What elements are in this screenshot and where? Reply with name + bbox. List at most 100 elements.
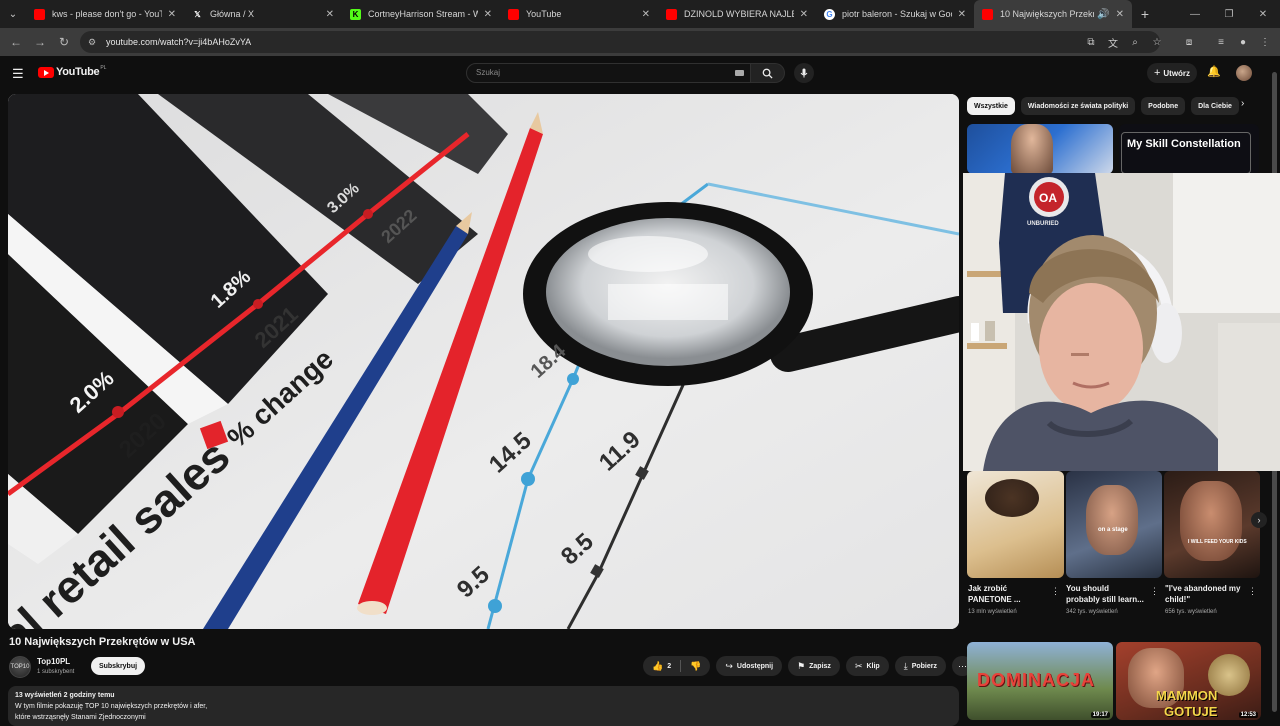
microphone-icon[interactable]: [794, 63, 814, 83]
short-more-icon[interactable]: ⋮: [1051, 586, 1060, 597]
tab-title: piotr baleron - Szukaj w Google: [842, 9, 952, 19]
clip-button[interactable]: ✂ Klip: [845, 656, 889, 676]
thumbnail-overlay-text: MAMMON: [1156, 688, 1218, 703]
shorts-next-arrow-icon[interactable]: ›: [1251, 512, 1267, 528]
close-window-icon[interactable]: ✕: [1246, 0, 1280, 28]
recommended-video-thumbnail[interactable]: DOMINACJA 19:17: [967, 642, 1113, 720]
thumbnail-overlay-text: DOMINACJA: [977, 670, 1096, 690]
like-button[interactable]: 👍 2: [643, 656, 680, 676]
maximize-icon[interactable]: ❐: [1212, 0, 1246, 28]
logo-region: PL: [100, 65, 107, 71]
subscriber-count: 1 subskrybent: [37, 669, 75, 675]
minimize-icon[interactable]: —: [1178, 0, 1212, 28]
back-icon[interactable]: ←: [4, 35, 28, 49]
kick-icon: K: [350, 8, 361, 20]
description-box[interactable]: 13 wyświetleń 2 godziny temu W tym filmi…: [8, 686, 959, 726]
notifications-bell-icon[interactable]: 🔔: [1207, 65, 1221, 78]
subscribe-button[interactable]: Subskrybuj: [91, 657, 145, 675]
browser-menu-icon[interactable]: ⋮: [1256, 37, 1274, 48]
bookmark-star-icon[interactable]: ☆: [1148, 37, 1166, 48]
url-text: youtube.com/watch?v=ji4bAHoZvYA: [106, 37, 252, 47]
shirt-logo-icon: OA: [1039, 191, 1057, 205]
share-button[interactable]: ↪ Udostępnij: [716, 656, 783, 676]
short-views: 13 mln wyświetleń: [968, 609, 1017, 615]
new-tab-button[interactable]: +: [1132, 6, 1158, 22]
chip-similar[interactable]: Podobne: [1141, 97, 1186, 115]
tab-search-chevron-icon[interactable]: ⌄: [0, 0, 26, 28]
close-tab-icon[interactable]: ✕: [642, 9, 650, 20]
person-thumbnail: [1011, 124, 1053, 174]
short-thumbnail[interactable]: I WILL FEED YOUR KIDS: [1164, 471, 1260, 578]
save-button[interactable]: ⚑ Zapisz: [788, 656, 840, 676]
chip-politics[interactable]: Wiadomości ze świata polityki: [1020, 97, 1136, 115]
like-dislike-group: 👍 2 👎: [643, 656, 711, 676]
browser-tab[interactable]: DZINOLD WYBIERA NAJLEPSZE ✕: [658, 0, 816, 28]
chip-all[interactable]: Wszystkie: [967, 97, 1015, 115]
browser-tab[interactable]: YouTube ✕: [500, 0, 658, 28]
close-tab-icon[interactable]: ✕: [326, 9, 334, 20]
chocolate-sprinkles-image: [985, 479, 1039, 517]
browser-tab[interactable]: K CortneyHarrison Stream - Watch ✕: [342, 0, 500, 28]
close-tab-icon[interactable]: ✕: [800, 9, 808, 20]
video-frame: al retail sales % change 2020 2021 2022 …: [8, 94, 959, 629]
tab-title: Główna / X: [210, 9, 255, 19]
search-input[interactable]: Szukaj: [466, 63, 751, 83]
forward-icon[interactable]: →: [28, 35, 52, 49]
google-icon: G: [824, 8, 835, 20]
search-button[interactable]: [751, 63, 785, 83]
reading-list-icon[interactable]: ≡: [1212, 37, 1230, 48]
close-tab-icon[interactable]: ✕: [484, 9, 492, 20]
browser-tab[interactable]: 𝕏 Główna / X ✕: [184, 0, 342, 28]
channel-avatar[interactable]: TOP10: [9, 656, 31, 678]
create-label: Utwórz: [1163, 68, 1191, 78]
youtube-header: ☰ YouTube PL Szukaj + Utwórz 🔔: [0, 56, 1280, 92]
short-title[interactable]: "I've abandoned my child!": [1165, 583, 1241, 605]
address-bar[interactable]: ⚙ youtube.com/watch?v=ji4bAHoZvYA: [80, 31, 1160, 53]
short-views: 656 tys. wyświetleń: [1165, 609, 1217, 615]
short-thumbnail[interactable]: on a stage: [1066, 471, 1162, 578]
short-more-icon[interactable]: ⋮: [1150, 586, 1159, 597]
zoom-icon[interactable]: ⌕: [1126, 37, 1144, 48]
create-button[interactable]: + Utwórz: [1147, 63, 1197, 83]
recommended-thumbnail[interactable]: [967, 124, 1113, 174]
chevron-right-icon[interactable]: ›: [1241, 98, 1244, 109]
description-line: W tym filmie pokazuję TOP 10 największyc…: [15, 703, 208, 710]
short-title[interactable]: You should probably still learn...: [1066, 583, 1144, 605]
reload-icon[interactable]: ↻: [52, 35, 76, 49]
video-duration: 12:53: [1238, 712, 1258, 718]
youtube-logo[interactable]: YouTube PL: [38, 65, 107, 78]
download-button[interactable]: ⤓ Pobierz: [894, 656, 946, 676]
short-thumbnail[interactable]: [967, 471, 1064, 578]
speaker-icon[interactable]: 🔊: [1097, 9, 1109, 20]
extensions-icon[interactable]: ⧈: [1180, 37, 1198, 48]
channel-name[interactable]: Top10PL: [37, 657, 70, 666]
recommended-thumbnail[interactable]: My Skill Constellation: [1119, 124, 1259, 174]
browser-toolbar: ← → ↻ ⚙ youtube.com/watch?v=ji4bAHoZvYA …: [0, 28, 1280, 56]
recommended-video-thumbnail[interactable]: MAMMON GOTUJE 12:53: [1116, 642, 1261, 720]
logo-text: YouTube: [56, 66, 100, 78]
close-tab-icon[interactable]: ✕: [958, 9, 966, 20]
tab-title: 10 Największych Przekrętó: [1000, 9, 1095, 19]
chip-for-you[interactable]: Dla Ciebie: [1191, 97, 1239, 115]
x-icon: 𝕏: [194, 9, 201, 19]
install-app-icon[interactable]: ⧉: [1082, 37, 1100, 48]
menu-icon[interactable]: ☰: [12, 66, 26, 82]
description-line: które wstrząsnęły Stanami Zjednoczonymi: [15, 714, 146, 721]
user-avatar[interactable]: [1236, 65, 1252, 81]
profile-icon[interactable]: ●: [1234, 37, 1252, 48]
short-title[interactable]: Jak zrobić PANETONE ...: [968, 583, 1021, 605]
site-info-icon[interactable]: ⚙: [88, 37, 100, 48]
browser-tab[interactable]: G piotr baleron - Szukaj w Google ✕: [816, 0, 974, 28]
keyboard-icon[interactable]: [735, 70, 744, 76]
browser-tab[interactable]: kws - please don't go - YouTube ✕: [26, 0, 184, 28]
channel-avatar-text: TOP10: [10, 664, 30, 670]
video-player[interactable]: al retail sales % change 2020 2021 2022 …: [8, 94, 959, 629]
short-more-icon[interactable]: ⋮: [1248, 586, 1257, 597]
like-count: 2: [667, 662, 672, 670]
browser-tab-active[interactable]: 10 Największych Przekrętó 🔊 ✕: [974, 0, 1132, 28]
translate-icon[interactable]: 文: [1104, 35, 1122, 50]
tab-title: YouTube: [526, 9, 562, 19]
close-tab-icon[interactable]: ✕: [1116, 9, 1124, 20]
close-tab-icon[interactable]: ✕: [168, 9, 176, 20]
dislike-button[interactable]: 👎: [681, 656, 710, 676]
